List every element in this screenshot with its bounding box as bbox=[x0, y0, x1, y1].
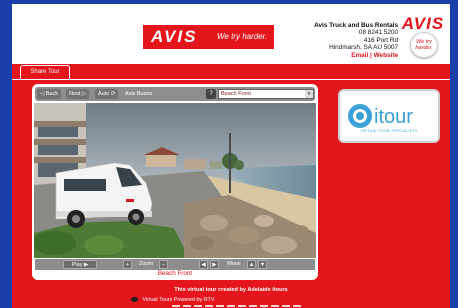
contact-block: Avis Truck and Bus Rentals 08 8241 5200 … bbox=[314, 22, 398, 59]
panorama-image bbox=[34, 103, 316, 258]
viewer-controls: Play ▶ + Zoom − ◀ ▶ Move ▲ ▼ bbox=[35, 259, 315, 270]
banner-tagline: We try harder. bbox=[217, 32, 268, 41]
back-button[interactable]: ◁ Back bbox=[37, 89, 61, 99]
powered-by-link[interactable]: Virtual Tours Powered by RTV bbox=[131, 297, 214, 303]
credit-line: This virtual tour created by Adelaide it… bbox=[174, 287, 288, 293]
header: AVIS We try harder. Avis Truck and Bus R… bbox=[12, 4, 450, 64]
footer-links[interactable] bbox=[172, 305, 302, 307]
avis-logo: AVIS We try harder. bbox=[400, 14, 446, 60]
dropdown-arrow-icon: ▾ bbox=[305, 90, 313, 98]
website-link[interactable]: Website bbox=[374, 52, 398, 59]
itour-logo-text: itour bbox=[374, 106, 413, 128]
play-button[interactable]: Play ▶ bbox=[63, 260, 97, 269]
tour-name: Avis Buses bbox=[125, 91, 153, 97]
move-left-icon[interactable]: ◀ bbox=[199, 260, 208, 269]
locality: Hindmarsh, SA AU 5007 bbox=[329, 44, 398, 52]
email-link[interactable]: Email bbox=[351, 52, 368, 59]
next-button[interactable]: Next ▷ bbox=[66, 89, 90, 99]
logo-word: AVIS bbox=[401, 14, 445, 33]
rtv-icon bbox=[131, 297, 138, 303]
move-label: Move bbox=[227, 261, 241, 267]
page-container: AVIS We try harder. Avis Truck and Bus R… bbox=[12, 4, 450, 308]
move-right-icon[interactable]: ▶ bbox=[210, 260, 219, 269]
phone-number: 08 8241 5200 bbox=[358, 29, 398, 37]
zoom-in-icon[interactable]: + bbox=[123, 260, 132, 269]
zoom-out-icon[interactable]: − bbox=[159, 260, 168, 269]
auto-rotate-button[interactable]: Auto ⟳ bbox=[95, 89, 119, 99]
scene-caption: Beach Front bbox=[157, 270, 193, 277]
zoom-label: Zoom bbox=[138, 261, 154, 267]
help-icon[interactable]: ? bbox=[206, 89, 216, 99]
panorama-view[interactable] bbox=[34, 103, 316, 258]
banner-brand: AVIS bbox=[151, 27, 198, 46]
itour-subtitle: VIRTUAL TOUR SPECIALISTS bbox=[360, 129, 418, 133]
tab-divider bbox=[12, 79, 450, 80]
avis-banner: AVIS We try harder. bbox=[143, 25, 274, 49]
move-up-icon[interactable]: ▲ bbox=[247, 260, 256, 269]
logo-seal: We try harder. bbox=[410, 32, 438, 58]
tab-share-tour[interactable]: Share Tour bbox=[20, 65, 70, 79]
itour-logo: itour bbox=[348, 104, 413, 128]
move-down-icon[interactable]: ▼ bbox=[258, 260, 267, 269]
scene-select-value: Beach Front bbox=[221, 91, 251, 97]
street-address: 416 Port Rd bbox=[363, 36, 398, 44]
link-separator: | bbox=[370, 51, 372, 59]
business-name: Avis Truck and Bus Rentals bbox=[314, 22, 398, 29]
scene-select[interactable]: Beach Front ▾ bbox=[218, 89, 314, 99]
viewer-toolbar: ◁ Back Next ▷ Auto ⟳ Avis Buses ? Beach … bbox=[35, 87, 315, 101]
powered-by-text: Virtual Tours Powered by RTV bbox=[142, 297, 215, 303]
contact-links: Email | Website bbox=[314, 52, 398, 59]
tour-viewer: ◁ Back Next ▷ Auto ⟳ Avis Buses ? Beach … bbox=[32, 84, 318, 280]
itour-sponsor-box[interactable]: itour VIRTUAL TOUR SPECIALISTS bbox=[338, 89, 440, 143]
